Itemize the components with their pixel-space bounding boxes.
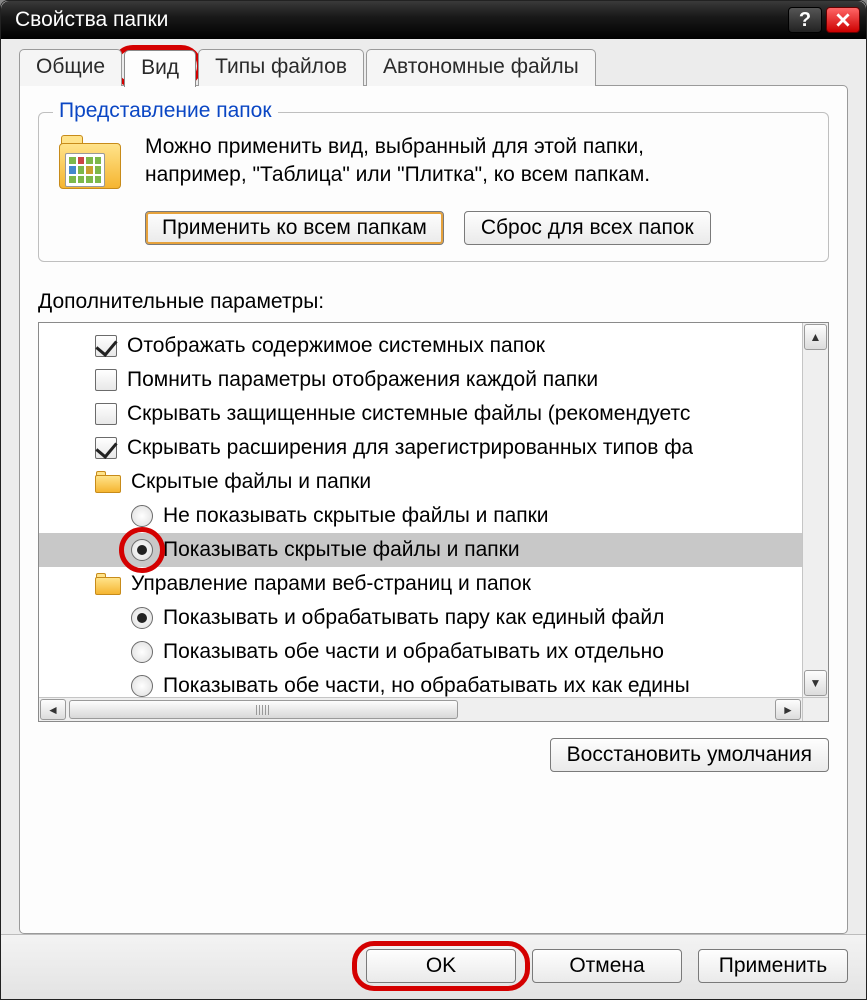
folder-icon [95, 573, 121, 595]
dialog-footer: OK Отмена Применить [1, 934, 866, 999]
option-row[interactable]: Показывать и обрабатывать пару как едины… [39, 601, 828, 635]
apply-to-all-folders-button[interactable]: Применить ко всем папкам [145, 211, 444, 245]
folder-icon [95, 471, 121, 493]
option-label: Показывать скрытые файлы и папки [163, 538, 520, 562]
option-row[interactable]: Помнить параметры отображения каждой пап… [39, 363, 828, 397]
folder-views-icon [55, 133, 125, 193]
option-label: Показывать обе части и обрабатывать их о… [163, 640, 664, 664]
cancel-button[interactable]: Отмена [532, 949, 682, 983]
option-label: Показывать обе части, но обрабатывать их… [163, 674, 690, 698]
hscroll-thumb[interactable] [69, 700, 458, 719]
scrollbar-corner [802, 697, 828, 721]
option-row[interactable]: Показывать обе части и обрабатывать их о… [39, 635, 828, 669]
hscroll-track[interactable] [67, 698, 774, 721]
scroll-left-button[interactable]: ◄ [40, 699, 66, 720]
tab-offline[interactable]: Автономные файлы [366, 49, 596, 86]
window-title: Свойства папки [15, 8, 784, 32]
advanced-settings-list[interactable]: Отображать содержимое системных папок Пом… [38, 322, 829, 722]
radio[interactable] [131, 607, 153, 629]
folder-options-dialog: Свойства папки ? Общие Вид Типы файлов А… [0, 0, 867, 1000]
option-row[interactable]: Управление парами веб-страниц и папок [39, 567, 828, 601]
tab-view[interactable]: Вид [124, 50, 196, 87]
folder-views-group: Представление папок Можно применить вид,… [38, 112, 829, 262]
radio[interactable] [131, 505, 153, 527]
scroll-up-button[interactable]: ▲ [804, 324, 827, 350]
advanced-settings-label: Дополнительные параметры: [38, 290, 829, 314]
help-button[interactable]: ? [788, 7, 822, 33]
scroll-down-button[interactable]: ▼ [804, 670, 827, 696]
group-text-line2: например, "Таблица" или "Плитка", ко все… [145, 163, 650, 186]
tab-panel-view: Представление папок Можно применить вид,… [19, 85, 848, 934]
group-legend: Представление папок [53, 99, 278, 123]
vertical-scrollbar[interactable]: ▲ ▼ [802, 323, 828, 697]
tab-filetypes[interactable]: Типы файлов [198, 49, 364, 86]
apply-button[interactable]: Применить [698, 949, 848, 983]
checkbox[interactable] [95, 369, 117, 391]
group-text-line1: Можно применить вид, выбранный для этой … [145, 135, 644, 158]
tab-general[interactable]: Общие [19, 49, 122, 86]
option-row[interactable]: Скрывать расширения для зарегистрированн… [39, 431, 828, 465]
option-row[interactable]: Скрытые файлы и папки [39, 465, 828, 499]
option-label: Отображать содержимое системных папок [127, 334, 545, 358]
option-label: Скрытые файлы и папки [131, 470, 371, 494]
vscroll-track[interactable] [803, 351, 828, 669]
option-row[interactable]: Скрывать защищенные системные файлы (рек… [39, 397, 828, 431]
option-label: Не показывать скрытые файлы и папки [163, 504, 549, 528]
close-button[interactable] [826, 7, 860, 33]
tab-strip: Общие Вид Типы файлов Автономные файлы [19, 49, 848, 86]
reset-all-folders-button[interactable]: Сброс для всех папок [464, 211, 711, 245]
option-row[interactable]: Показывать скрытые файлы и папки [39, 533, 828, 567]
restore-defaults-button[interactable]: Восстановить умолчания [550, 738, 829, 772]
option-label: Показывать и обрабатывать пару как едины… [163, 606, 664, 630]
titlebar: Свойства папки ? [1, 1, 866, 39]
option-row[interactable]: Не показывать скрытые файлы и папки [39, 499, 828, 533]
radio[interactable] [131, 539, 153, 561]
checkbox[interactable] [95, 403, 117, 425]
radio[interactable] [131, 641, 153, 663]
option-label: Управление парами веб-страниц и папок [131, 572, 531, 596]
horizontal-scrollbar[interactable]: ◄ ► [39, 697, 802, 721]
radio[interactable] [131, 675, 153, 697]
checkbox[interactable] [95, 335, 117, 357]
option-label: Скрывать защищенные системные файлы (рек… [127, 402, 690, 426]
option-row[interactable]: Отображать содержимое системных папок [39, 329, 828, 363]
ok-button[interactable]: OK [366, 949, 516, 983]
option-label: Скрывать расширения для зарегистрированн… [127, 436, 693, 460]
option-label: Помнить параметры отображения каждой пап… [127, 368, 598, 392]
scroll-right-button[interactable]: ► [775, 699, 801, 720]
radio-wrap [131, 539, 153, 561]
dialog-body: Общие Вид Типы файлов Автономные файлы П… [1, 39, 866, 934]
checkbox[interactable] [95, 437, 117, 459]
group-description: Можно применить вид, выбранный для этой … [145, 133, 650, 193]
